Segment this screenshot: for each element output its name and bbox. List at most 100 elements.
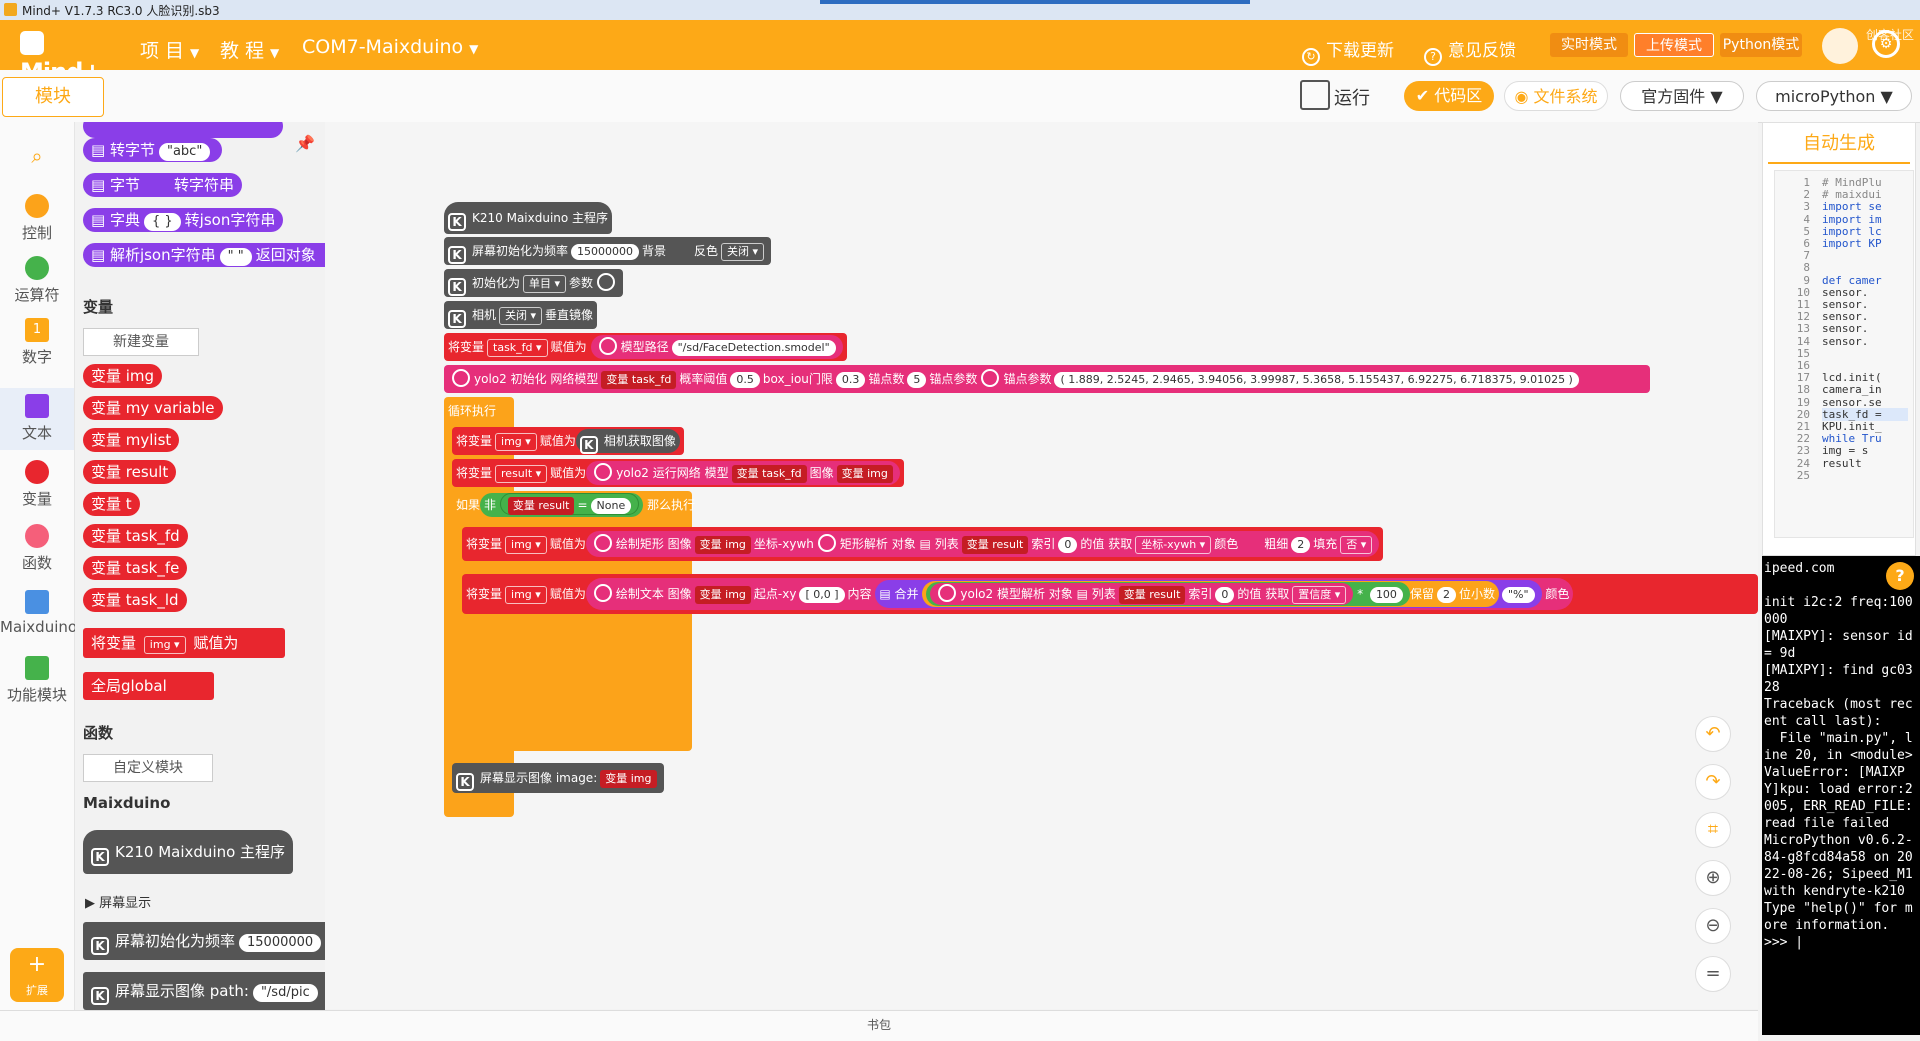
menu-tutorial[interactable]: 教 程 ▼ — [220, 36, 279, 63]
code-area-toggle[interactable]: ✔ 代码区 — [1404, 81, 1494, 111]
category-operators[interactable]: 运算符 — [0, 256, 74, 305]
var-dropdown[interactable]: img ▾ — [495, 433, 537, 451]
var-block[interactable]: 变量 task_fd — [83, 524, 188, 548]
var-block[interactable]: 变量 task_fe — [83, 556, 188, 580]
mindplus-logo[interactable]: Mind+ — [20, 30, 120, 86]
palette-k210-main[interactable]: K K210 Maixduino 主程序 — [83, 830, 294, 874]
category-function-modules[interactable]: 功能模块 — [0, 656, 74, 705]
backpack-bar[interactable]: 书包 — [0, 1010, 1758, 1041]
new-variable-button[interactable]: 新建变量 — [83, 328, 199, 356]
canvas-draw-rect[interactable]: 将变量 img ▾ 赋值为 绘制矩形 图像 变量 img 坐标-xywh 矩形解析 对象 ▤… — [462, 527, 1384, 561]
user-avatar[interactable] — [1822, 28, 1858, 64]
category-variables[interactable]: 变量 — [0, 460, 74, 509]
script-canvas[interactable]: K K210 Maixduino 主程序 K 屏幕初始化为频率 15000000 背景反… — [325, 122, 1758, 1009]
not-block[interactable]: 非 变量 result = None — [480, 493, 644, 517]
anchor-num-input[interactable]: 5 — [907, 372, 927, 388]
canvas-yolo-init[interactable]: yolo2 初始化 网络模型 变量 task_fd 概率阈值 0.5 box_iou门限… — [444, 365, 1650, 393]
anchors-input[interactable]: ( 1.889, 2.5245, 2.9465, 3.94056, 3.9998… — [1054, 372, 1579, 388]
invert-dropdown[interactable]: 关闭 ▾ — [721, 243, 765, 261]
index-input[interactable]: 0 — [1215, 587, 1235, 603]
file-system-toggle[interactable]: ◉ 文件系统 — [1504, 81, 1608, 111]
palette-set-variable[interactable]: 将变量 img ▾ 赋值为 — [83, 628, 286, 658]
category-number[interactable]: 1 数字 — [0, 318, 74, 367]
var-dropdown[interactable]: img ▾ — [505, 536, 547, 554]
merge-block[interactable]: ▤ 合并 yolo2 模型解析 对象 ▤ 列表 变量 result 索引 0 的值 获取… — [875, 580, 1542, 608]
palette-block-to-bytes[interactable]: ▤ 转字节 "abc" — [83, 138, 223, 162]
palette-screen-show-path[interactable]: K 屏幕显示图像 path: "/sd/pic — [83, 972, 325, 1010]
draw-rect-block[interactable]: 绘制矩形 图像 变量 img 坐标-xywh 矩形解析 对象 ▤ 列表 变量 resul… — [585, 531, 1380, 557]
serial-terminal[interactable]: ipeed.com init i2c:2 freq:100000 [MAIXPY… — [1762, 556, 1920, 1035]
get-dropdown[interactable]: 坐标-xywh ▾ — [1135, 536, 1212, 554]
confidence-dropdown[interactable]: 置信度 ▾ — [1292, 586, 1347, 604]
canvas-camera-flip[interactable]: K 相机 关闭 ▾ 垂直镜像 — [444, 301, 598, 329]
var-dropdown[interactable]: img ▾ — [143, 636, 186, 654]
canvas-set-result[interactable]: 将变量 result ▾ 赋值为 yolo2 运行网络 模型 变量 task_fd 图像变… — [452, 459, 904, 487]
mode-python[interactable]: Python模式 — [1720, 33, 1802, 57]
none-value[interactable]: None — [590, 498, 632, 514]
var-dropdown[interactable]: task_fd ▾ — [487, 339, 548, 357]
var-result[interactable]: 变量 result — [507, 497, 575, 515]
percent-input[interactable]: "%" — [1501, 587, 1535, 603]
redo-icon[interactable]: ↷ — [1695, 764, 1731, 800]
canvas-screen-show[interactable]: K 屏幕显示图像 image: 变量 img — [452, 763, 664, 793]
zoom-reset-icon[interactable]: = — [1695, 956, 1731, 992]
palette-block-clip[interactable] — [83, 122, 283, 138]
var-block[interactable]: 变量 t — [83, 492, 140, 516]
var-block[interactable]: 变量 my variable — [83, 396, 223, 420]
multiply-block[interactable]: yolo2 模型解析 对象 ▤ 列表 变量 result 索引 0 的值 获取 置信度 ▾… — [926, 582, 1410, 606]
draw-text-block[interactable]: 绘制文本 图像 变量 img 起点-xy[ 0,0 ] 内容 ▤ 合并 yolo2 模… — [585, 578, 1574, 610]
decimals-input[interactable]: 2 — [1436, 587, 1456, 603]
zoom-in-icon[interactable]: ⊕ — [1695, 860, 1731, 896]
mode-upload[interactable]: 上传模式 — [1634, 33, 1714, 57]
download-update-button[interactable]: ↻ 下载更新 — [1302, 36, 1394, 66]
prob-input[interactable]: 0.5 — [730, 372, 760, 388]
var-img[interactable]: 变量 img — [836, 465, 893, 483]
menu-port[interactable]: COM7-Maixduino ▼ — [302, 36, 478, 58]
iou-input[interactable]: 0.3 — [835, 372, 866, 388]
camera-dropdown[interactable]: 关闭 ▾ — [499, 307, 543, 325]
run-save-icon[interactable] — [1300, 80, 1330, 110]
multiplier-input[interactable]: 100 — [1369, 587, 1403, 603]
canvas-draw-text[interactable]: 将变量 img ▾ 赋值为 绘制文本 图像 变量 img 起点-xy[ 0,0 ] 内容 ▤… — [462, 574, 1758, 614]
index-input[interactable]: 0 — [1058, 537, 1078, 553]
gear-icon[interactable] — [597, 273, 616, 291]
pin-icon[interactable]: 📌 — [295, 134, 315, 153]
thickness-input[interactable]: 2 — [1291, 537, 1311, 553]
palette-block-bytes-to-string[interactable]: ▤ 字节 转字符串 — [83, 173, 242, 197]
var-dropdown[interactable]: result ▾ — [495, 465, 548, 483]
extend-button[interactable]: + 扩展 — [10, 948, 64, 1002]
start-xy-input[interactable]: [ 0,0 ] — [799, 587, 845, 603]
language-select[interactable]: microPython ▼ — [1756, 81, 1912, 111]
freq-input[interactable]: 15000000 — [571, 244, 640, 260]
zoom-out-icon[interactable]: ⊖ — [1695, 908, 1731, 944]
menu-project[interactable]: 项 目 ▼ — [140, 36, 199, 63]
canvas-k210-main[interactable]: K K210 Maixduino 主程序 — [444, 202, 613, 234]
undo-icon[interactable]: ↶ — [1695, 716, 1731, 752]
var-img[interactable]: 变量 img — [694, 586, 751, 604]
crop-icon[interactable]: ⌗ — [1695, 812, 1731, 848]
var-result[interactable]: 变量 result — [961, 536, 1029, 554]
mode-realtime[interactable]: 实时模式 — [1550, 33, 1628, 57]
category-maixduino[interactable]: Maixduino — [0, 590, 77, 636]
canvas-camera-init[interactable]: K 初始化为 单目 ▾ 参数 — [444, 269, 624, 297]
palette-screen-init[interactable]: K 屏幕初始化为频率 15000000 — [83, 922, 325, 960]
var-task-fd[interactable]: 变量 task_fd — [731, 465, 807, 483]
category-functions[interactable]: 函数 — [0, 524, 74, 573]
var-result[interactable]: 变量 result — [1118, 586, 1186, 604]
yolo-parse-block[interactable]: yolo2 模型解析 对象 ▤ 列表 变量 result 索引 0 的值 获取 置信度 ▾ — [930, 583, 1354, 605]
canvas-screen-init[interactable]: K 屏幕初始化为频率 15000000 背景 反色 关闭 ▾ — [444, 237, 772, 265]
screen-display-section[interactable]: ▶ 屏幕显示 — [85, 892, 151, 911]
var-img[interactable]: 变量 img — [600, 770, 657, 788]
var-block[interactable]: 变量 img — [83, 364, 163, 388]
init-mode-dropdown[interactable]: 单目 ▾ — [523, 275, 567, 293]
model-path-input[interactable]: "/sd/FaceDetection.smodel" — [671, 340, 836, 356]
equals-block[interactable]: 变量 result = None — [499, 493, 640, 515]
palette-block-dict-to-json[interactable]: ▤ 字典{ } 转json字符串 — [83, 208, 284, 232]
var-block[interactable]: 变量 task_ld — [83, 588, 187, 612]
yolo-run-block[interactable]: yolo2 运行网络 模型 变量 task_fd 图像 变量 img — [586, 461, 900, 485]
category-control[interactable]: 控制 — [0, 194, 74, 243]
round-block[interactable]: yolo2 模型解析 对象 ▤ 列表 变量 result 索引 0 的值 获取 置信度 ▾… — [922, 581, 1499, 607]
settings-gear-icon[interactable]: ⚙ — [1872, 30, 1900, 58]
canvas-set-img[interactable]: 将变量 img ▾ 赋值为 K 相机获取图像 — [452, 427, 684, 455]
feedback-button[interactable]: ? 意见反馈 — [1424, 36, 1516, 66]
